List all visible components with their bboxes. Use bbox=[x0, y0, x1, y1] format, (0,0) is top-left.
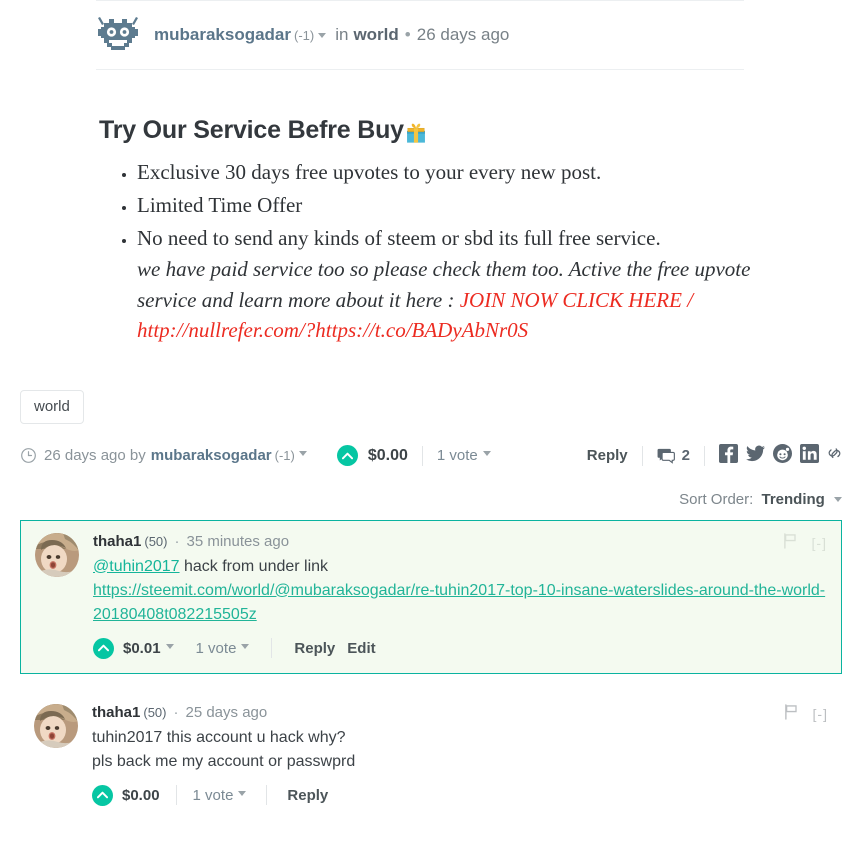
chevron-down-icon[interactable] bbox=[165, 643, 174, 649]
divider bbox=[175, 785, 177, 806]
footer-author-reputation: (-1) bbox=[274, 448, 295, 464]
chevron-down-icon[interactable] bbox=[241, 643, 250, 649]
comment-actions: $0.01 1 vote Reply Edit bbox=[93, 637, 827, 659]
facebook-icon[interactable] bbox=[719, 444, 738, 467]
comment-author-link[interactable]: thaha1 bbox=[93, 533, 141, 550]
post-reply-button[interactable]: Reply bbox=[587, 447, 628, 464]
comment-timestamp: 35 minutes ago bbox=[186, 532, 290, 550]
post-author-reputation: (-1) bbox=[294, 28, 315, 43]
share-icon-group bbox=[719, 444, 842, 467]
post-title-text: Try Our Service Befre Buy bbox=[99, 116, 404, 144]
comment-reply-button[interactable]: Reply bbox=[294, 640, 335, 657]
upvote-arrow-icon[interactable] bbox=[93, 637, 114, 659]
comment-text: @tuhin2017 hack from under link https://… bbox=[93, 555, 827, 627]
post-bullet-list: Exclusive 30 days free upvotes to your e… bbox=[99, 157, 774, 346]
divider bbox=[641, 445, 643, 466]
list-item: Limited Time Offer bbox=[137, 190, 774, 221]
robot-gear-avatar[interactable] bbox=[96, 13, 140, 57]
tag-list: world bbox=[20, 389, 864, 424]
linkedin-icon[interactable] bbox=[800, 444, 819, 467]
in-label: in bbox=[335, 25, 349, 44]
comment-vote-count[interactable]: 1 vote bbox=[196, 640, 237, 657]
comment-reply-button[interactable]: Reply bbox=[287, 787, 328, 804]
comment-controls: [-] bbox=[784, 703, 828, 725]
byline-separator: · bbox=[173, 703, 179, 721]
gift-emoji bbox=[406, 123, 425, 143]
post-byline: mubaraksogadar (-1) in world • 26 days a… bbox=[154, 25, 509, 45]
comment-controls: [-] bbox=[783, 532, 827, 554]
comment-text: tuhin2017 this account u hack why? pls b… bbox=[92, 726, 828, 774]
list-item: No need to send any kinds of steem or sb… bbox=[137, 223, 774, 345]
avatar[interactable] bbox=[34, 703, 78, 748]
comment-text-line2: pls back me my account or passwprd bbox=[92, 752, 356, 770]
footer-timestamp: 26 days ago by bbox=[44, 447, 146, 465]
comment-vote-count[interactable]: 1 vote bbox=[193, 787, 234, 804]
chevron-down-icon[interactable] bbox=[298, 451, 307, 457]
upvote-arrow-icon[interactable] bbox=[336, 445, 358, 467]
list-item: Exclusive 30 days free upvotes to your e… bbox=[137, 157, 774, 188]
comment-payout[interactable]: $0.00 bbox=[122, 787, 160, 804]
comment-collapse-toggle[interactable]: [-] bbox=[812, 535, 827, 551]
flag-icon[interactable] bbox=[783, 532, 798, 554]
divider bbox=[421, 445, 423, 466]
byline-separator: • bbox=[404, 25, 411, 44]
twitter-icon[interactable] bbox=[746, 445, 765, 466]
post-body: Try Our Service Befre Buy Exclusive 30 d… bbox=[99, 70, 774, 346]
link-icon[interactable] bbox=[827, 445, 842, 466]
reddit-icon[interactable] bbox=[773, 444, 792, 467]
comment-payout[interactable]: $0.01 bbox=[123, 640, 161, 657]
avatar[interactable] bbox=[35, 532, 79, 577]
comment-author-reputation: (50) bbox=[144, 533, 168, 549]
comment-bubble-icon bbox=[657, 448, 675, 464]
clock-icon bbox=[20, 447, 37, 464]
comment-author-reputation: (50) bbox=[143, 704, 167, 720]
bullet3-main: No need to send any kinds of steem or sb… bbox=[137, 226, 661, 251]
post-footer: 26 days ago by mubaraksogadar (-1) $0.00… bbox=[20, 441, 842, 471]
comment-item-highlighted: thaha1 (50) · 35 minutes ago @tuhin2017 … bbox=[20, 519, 842, 674]
sort-order-row: Sort Order: Trending bbox=[0, 491, 842, 508]
post-category-link[interactable]: world bbox=[353, 25, 398, 45]
post-payout[interactable]: $0.00 bbox=[368, 447, 408, 465]
chevron-down-icon[interactable] bbox=[318, 33, 327, 38]
comment-byline: thaha1 (50) · 25 days ago bbox=[92, 704, 828, 721]
post-timestamp: 26 days ago bbox=[416, 25, 510, 44]
comment-byline: thaha1 (50) · 35 minutes ago bbox=[93, 533, 827, 550]
comment-edit-button[interactable]: Edit bbox=[347, 640, 375, 657]
page-title: Try Our Service Befre Buy bbox=[99, 116, 774, 145]
comment-count[interactable]: 2 bbox=[657, 447, 690, 464]
chevron-down-icon[interactable] bbox=[238, 790, 247, 796]
divider bbox=[704, 445, 705, 466]
comment-item: thaha1 (50) · 25 days ago tuhin2017 this… bbox=[20, 703, 842, 806]
post-author-link[interactable]: mubaraksogadar bbox=[154, 25, 291, 45]
comment-actions: $0.00 1 vote Reply bbox=[92, 784, 828, 806]
post-header: mubaraksogadar (-1) in world • 26 days a… bbox=[96, 0, 744, 70]
comment-timestamp: 25 days ago bbox=[185, 703, 268, 721]
comment-content: thaha1 (50) · 35 minutes ago @tuhin2017 … bbox=[93, 533, 827, 659]
comment-author-link[interactable]: thaha1 bbox=[92, 704, 140, 721]
mention-link[interactable]: @tuhin2017 bbox=[93, 558, 180, 575]
tag-chip-world[interactable]: world bbox=[20, 389, 84, 424]
divider bbox=[266, 785, 268, 806]
post-vote-count[interactable]: 1 vote bbox=[437, 447, 478, 464]
footer-author-link[interactable]: mubaraksogadar bbox=[151, 447, 272, 464]
upvote-arrow-icon[interactable] bbox=[92, 784, 113, 806]
comment-collapse-toggle[interactable]: [-] bbox=[813, 706, 828, 722]
comment-count-value: 2 bbox=[681, 447, 690, 465]
sort-order-label: Sort Order: bbox=[679, 490, 754, 508]
comment-content: thaha1 (50) · 25 days ago tuhin2017 this… bbox=[92, 704, 828, 806]
comment-text-rest: hack from under link bbox=[179, 557, 329, 575]
chevron-down-icon[interactable] bbox=[834, 496, 842, 502]
chevron-down-icon[interactable] bbox=[482, 451, 491, 457]
comment-text-line1: tuhin2017 this account u hack why? bbox=[92, 728, 346, 746]
comment-url-link[interactable]: https://steemit.com/world/@mubaraksogada… bbox=[93, 579, 827, 627]
byline-separator: · bbox=[174, 532, 180, 550]
flag-icon[interactable] bbox=[784, 703, 799, 725]
bullet3-italic-block: we have paid service too so please check… bbox=[137, 254, 774, 345]
sort-order-value[interactable]: Trending bbox=[761, 491, 824, 508]
divider bbox=[271, 638, 273, 659]
